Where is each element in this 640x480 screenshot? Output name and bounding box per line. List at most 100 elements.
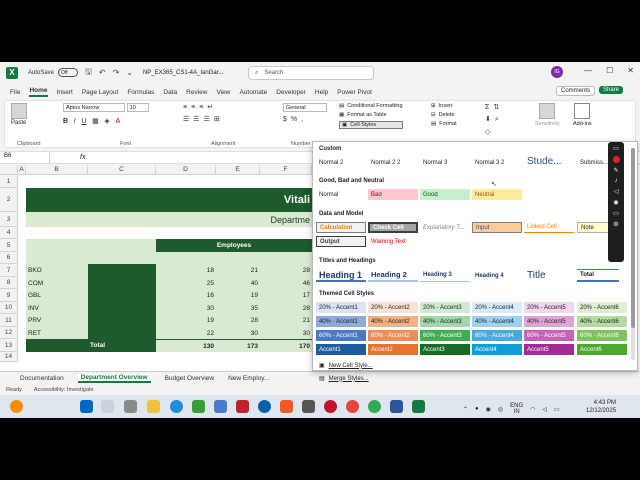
- row-header[interactable]: 4: [0, 227, 18, 239]
- style-40-accent5[interactable]: 40% - Accent5: [524, 316, 574, 327]
- hp-icon[interactable]: [258, 400, 271, 413]
- style-20-accent5[interactable]: 20% - Accent5: [524, 302, 574, 313]
- row-header[interactable]: 11: [0, 314, 18, 327]
- addins-icon[interactable]: [574, 103, 591, 119]
- name-box[interactable]: B6: [0, 152, 50, 163]
- total-row-b[interactable]: [26, 339, 88, 352]
- close-icon[interactable]: ✕: [627, 66, 634, 75]
- row-header[interactable]: 5: [0, 239, 18, 252]
- chevron-up-icon[interactable]: ⌃: [463, 406, 468, 413]
- weather-icon[interactable]: [10, 400, 23, 413]
- style-60-accent4[interactable]: 60% - Accent4: [472, 330, 522, 341]
- pen-icon[interactable]: ✎: [613, 167, 618, 174]
- style-explanatory-text[interactable]: Explanatory T...: [420, 222, 470, 233]
- style-accent3[interactable]: Accent3: [420, 344, 470, 355]
- taskbar-search-icon[interactable]: [101, 400, 114, 413]
- tab-page-layout[interactable]: Page Layout: [82, 89, 119, 96]
- search-input[interactable]: ⌕ Search: [248, 66, 374, 80]
- value-cell[interactable]: 25: [156, 277, 216, 289]
- align-center-icon[interactable]: ☰: [193, 115, 199, 123]
- gallery-scrollbar[interactable]: [631, 148, 635, 360]
- style-heading-2[interactable]: Heading 2: [368, 269, 418, 282]
- style-40-accent2[interactable]: 40% - Accent2: [368, 316, 418, 327]
- total-cell[interactable]: 170: [260, 339, 312, 352]
- screen-icon[interactable]: ▭: [613, 210, 619, 217]
- brave-icon[interactable]: [280, 400, 293, 413]
- share-button[interactable]: Share: [599, 86, 624, 94]
- value-cell[interactable]: 30: [156, 302, 216, 314]
- task-view-icon[interactable]: [124, 400, 137, 413]
- windows-start-icon[interactable]: [80, 400, 93, 413]
- file-explorer-icon[interactable]: [147, 400, 160, 413]
- insert-button[interactable]: ⊞ Insert: [431, 103, 457, 109]
- tab-automate[interactable]: Automate: [239, 89, 267, 96]
- style-20-accent1[interactable]: 20% - Accent1: [316, 302, 366, 313]
- row-header[interactable]: 7: [0, 264, 18, 277]
- mcafee-icon[interactable]: [236, 400, 249, 413]
- redo-icon[interactable]: ↷: [113, 68, 120, 77]
- row-header[interactable]: 9: [0, 289, 18, 302]
- col-header-b[interactable]: B: [26, 165, 88, 175]
- language-indicator[interactable]: ENG IN: [510, 403, 523, 415]
- style-accent4[interactable]: Accent4: [472, 344, 522, 355]
- format-button[interactable]: ▤ Format: [431, 121, 457, 127]
- value-cell[interactable]: 28: [260, 264, 312, 277]
- dept-cell[interactable]: COM: [26, 277, 88, 289]
- tray-app-icon[interactable]: ◎: [498, 406, 503, 413]
- sheet-tab-documentation[interactable]: Documentation: [20, 375, 64, 382]
- style-normal-3-2[interactable]: Normal 3 2: [472, 157, 522, 168]
- value-cell[interactable]: 28: [260, 302, 312, 314]
- find-icon[interactable]: ⌕: [495, 116, 499, 124]
- style-normal[interactable]: Normal: [316, 189, 366, 200]
- style-good[interactable]: Good: [420, 189, 470, 200]
- value-cell[interactable]: 22: [156, 327, 216, 339]
- merge-styles-menu-item[interactable]: ▤ Merge Styles...: [319, 375, 369, 383]
- select-all-corner[interactable]: [0, 165, 18, 175]
- align-left-icon[interactable]: ☰: [183, 115, 189, 123]
- merge-icon[interactable]: ⊞: [214, 115, 220, 123]
- recorder-icon[interactable]: [324, 400, 337, 413]
- value-cell[interactable]: 30: [260, 327, 312, 339]
- app-icon[interactable]: [302, 400, 315, 413]
- tab-developer[interactable]: Developer: [276, 89, 306, 96]
- total-cell[interactable]: 130: [156, 339, 216, 352]
- dept-cell[interactable]: BKO: [26, 264, 88, 277]
- fill-color-icon[interactable]: ◈: [104, 117, 109, 125]
- align-bottom-icon[interactable]: ≡: [199, 104, 203, 111]
- row-header[interactable]: 12: [0, 327, 18, 339]
- style-60-accent3[interactable]: 60% - Accent3: [420, 330, 470, 341]
- row-header[interactable]: 2: [0, 188, 18, 212]
- sheet-subtitle[interactable]: Departme: [26, 212, 312, 227]
- underline-icon[interactable]: U: [81, 118, 86, 125]
- volume-icon[interactable]: ◁: [542, 406, 547, 413]
- word-icon[interactable]: [390, 400, 403, 413]
- maximize-icon[interactable]: ☐: [606, 66, 613, 75]
- style-input[interactable]: Input: [472, 222, 522, 233]
- chrome-icon[interactable]: [368, 400, 381, 413]
- sheet-tab-department-overview[interactable]: Department Overview: [77, 373, 151, 383]
- row-header[interactable]: 6: [0, 252, 18, 264]
- chrome-icon[interactable]: [346, 400, 359, 413]
- row-header[interactable]: 3: [0, 212, 18, 227]
- speaker-icon[interactable]: ◁: [614, 188, 619, 195]
- style-bad[interactable]: Bad: [368, 189, 418, 200]
- employees-header[interactable]: Employees: [156, 239, 312, 252]
- webcam-icon[interactable]: ◉: [613, 199, 618, 206]
- row-header[interactable]: 8: [0, 277, 18, 289]
- wrap-text-icon[interactable]: ↵: [207, 103, 213, 111]
- value-cell[interactable]: 16: [156, 289, 216, 302]
- row-header[interactable]: 13: [0, 339, 18, 352]
- comments-button[interactable]: Comments: [556, 86, 596, 96]
- style-20-accent2[interactable]: 20% - Accent2: [368, 302, 418, 313]
- style-60-accent2[interactable]: 60% - Accent2: [368, 330, 418, 341]
- settings-gear-icon[interactable]: ⚙: [613, 221, 618, 228]
- tab-data[interactable]: Data: [163, 89, 177, 96]
- style-output[interactable]: Output: [316, 236, 366, 247]
- style-heading-4[interactable]: Heading 4: [472, 269, 522, 282]
- save-icon[interactable]: 🖫: [85, 66, 92, 80]
- value-cell[interactable]: 21: [216, 264, 260, 277]
- style-student[interactable]: Stude...: [524, 155, 574, 168]
- battery-icon[interactable]: ▭: [554, 406, 560, 413]
- value-cell[interactable]: 19: [216, 289, 260, 302]
- value-cell[interactable]: 30: [216, 327, 260, 339]
